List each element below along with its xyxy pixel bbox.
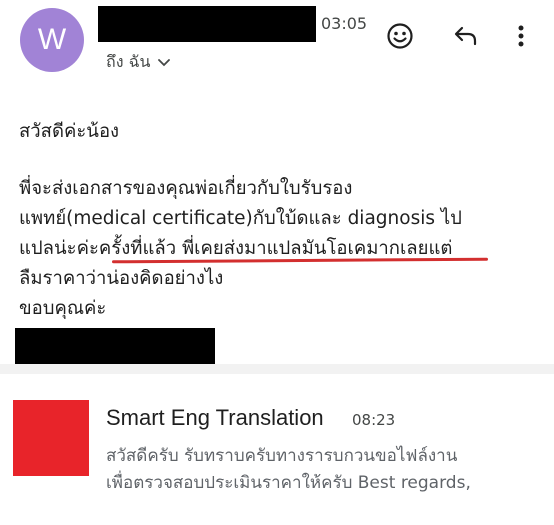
avatar-letter: W — [37, 23, 67, 56]
thread-snippet[interactable]: สวัสดีครับ รับทราบครับทางรารบกวนขอไฟล์งา… — [106, 442, 457, 469]
thread-snippet[interactable]: เพื่อตรวจสอบประเมินราคาให้ครับ Best rega… — [106, 469, 471, 496]
smiley-icon — [387, 23, 413, 49]
message-line: ลืมราคาว่าน่องคิดอย่างไง — [19, 268, 224, 289]
more-options-button[interactable] — [503, 18, 539, 54]
recipient-details-toggle[interactable]: ถึง ฉัน — [106, 50, 171, 75]
message-closing: ขอบคุณค่ะ — [19, 298, 107, 319]
thread-sender-name[interactable]: Smart Eng Translation — [106, 405, 324, 431]
message-time: 03:05 — [321, 14, 368, 33]
chevron-down-icon — [158, 55, 171, 71]
recipient-label: ถึง ฉัน — [106, 52, 151, 71]
redacted-signature — [15, 328, 215, 364]
sender-avatar[interactable]: W — [20, 8, 84, 72]
message-line: พี่จะส่งเอกสารของคุณพ่อเกี่ยวกับใบรับรอง — [19, 178, 353, 199]
thread-divider — [0, 364, 554, 374]
add-reaction-button[interactable] — [382, 18, 418, 54]
message-line: แพทย์(medical certificate)กับใบ้ดและ dia… — [19, 208, 462, 229]
thread-time: 08:23 — [352, 411, 396, 429]
reply-icon — [454, 26, 477, 46]
more-vert-icon — [518, 25, 524, 47]
redacted-sender-name — [98, 6, 316, 42]
message-greeting: สวัสดีค่ะน้อง — [19, 121, 120, 142]
reply-button[interactable] — [448, 18, 484, 54]
sender-thumbnail[interactable] — [13, 400, 89, 476]
